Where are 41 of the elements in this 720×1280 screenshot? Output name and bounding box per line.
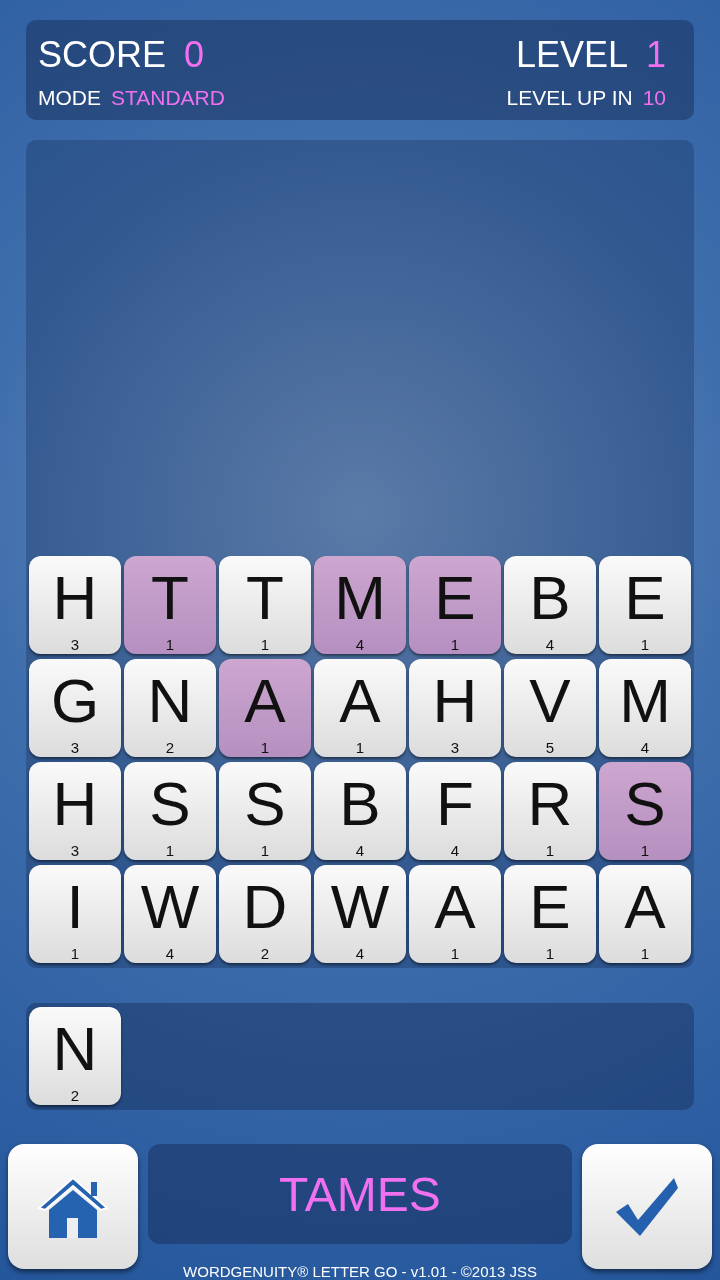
mode-label: MODE [38,86,101,110]
letter-tile[interactable]: E 1 [599,556,691,654]
submit-button[interactable] [582,1144,712,1269]
letter-tile[interactable]: S 1 [599,762,691,860]
letter-tile[interactable]: A 1 [219,659,311,757]
letter-tile[interactable]: W 4 [124,865,216,963]
letter-tile[interactable]: G 3 [29,659,121,757]
letter-tile[interactable]: S 1 [219,762,311,860]
letter-tile[interactable]: E 1 [409,556,501,654]
letter-tile[interactable]: E 1 [504,865,596,963]
letter-tile[interactable]: M 4 [599,659,691,757]
letter-tile[interactable]: H 3 [409,659,501,757]
letter-tile[interactable]: H 3 [29,556,121,654]
footer-text: WORDGENUITY® LETTER GO - v1.01 - ©2013 JSS [183,1263,537,1280]
letter-tile[interactable]: I 1 [29,865,121,963]
letter-tile[interactable]: M 4 [314,556,406,654]
letter-tile[interactable]: A 1 [409,865,501,963]
current-word: TAMES [148,1144,572,1244]
letter-tile[interactable]: N 2 [124,659,216,757]
letter-tile[interactable]: D 2 [219,865,311,963]
letter-tile[interactable]: S 1 [124,762,216,860]
letter-tile[interactable]: R 1 [504,762,596,860]
mode-value: STANDARD [111,86,225,110]
letter-tile[interactable]: T 1 [124,556,216,654]
score-value: 0 [184,34,205,76]
letter-tile[interactable]: F 4 [409,762,501,860]
letter-tile[interactable]: B 4 [314,762,406,860]
letter-tile[interactable]: V 5 [504,659,596,757]
level-label: LEVEL [515,34,628,76]
level-up-label: LEVEL UP IN [506,86,633,110]
letter-tile[interactable]: T 1 [219,556,311,654]
letter-tile[interactable]: A 1 [314,659,406,757]
letter-tile[interactable]: A 1 [599,865,691,963]
letter-tile[interactable]: B 4 [504,556,596,654]
letter-tile[interactable]: N 2 [29,1007,121,1105]
letter-tile[interactable]: W 4 [314,865,406,963]
letter-tile[interactable]: H 3 [29,762,121,860]
home-button[interactable] [8,1144,138,1269]
level-value: 1 [645,34,666,76]
score-label: SCORE [38,34,167,76]
level-up-value: 10 [642,86,666,110]
